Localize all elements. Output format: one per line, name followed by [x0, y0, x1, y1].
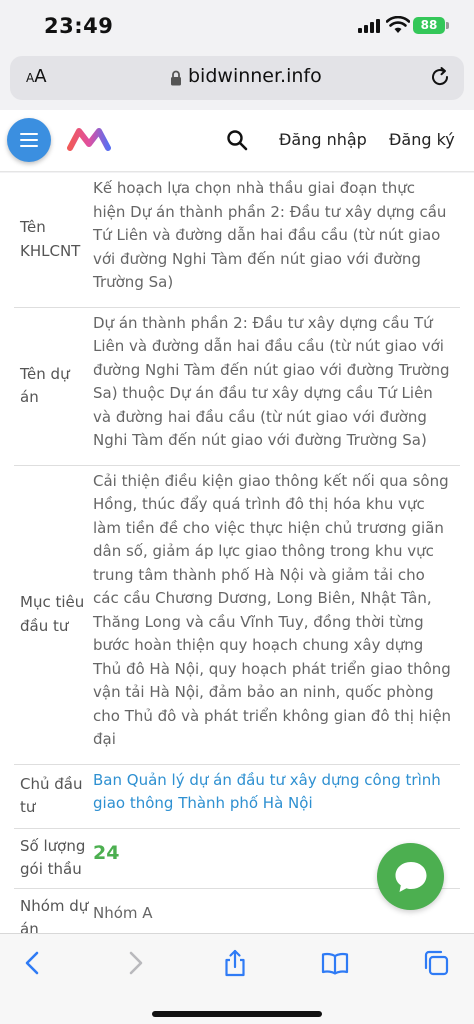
project-info: Tên KHLCNT Kế hoạch lựa chọn nhà thầu gi… — [0, 173, 474, 933]
package-count: 24 — [93, 841, 120, 864]
share-icon[interactable] — [220, 948, 250, 978]
back-icon[interactable] — [18, 948, 48, 978]
menu-button[interactable] — [7, 118, 51, 162]
wifi-icon — [386, 16, 410, 33]
text-size-button[interactable]: AA — [26, 66, 47, 87]
reload-icon[interactable] — [429, 66, 451, 88]
row-label: Tên dự án — [14, 307, 93, 466]
project-info-table: Tên KHLCNT Kế hoạch lựa chọn nhà thầu gi… — [14, 173, 460, 933]
bookmarks-icon[interactable] — [320, 948, 350, 978]
battery-indicator: 88 — [413, 17, 445, 34]
table-row: Mục tiêu đầu tư Cải thiện điều kiện giao… — [14, 465, 460, 765]
table-row: Chủ đầu tư Ban Quản lý dự án đầu tư xây … — [14, 764, 460, 829]
cellular-signal-icon — [358, 19, 380, 33]
row-label: Số lượng gói thầu — [14, 828, 93, 889]
logo-icon[interactable] — [66, 126, 112, 152]
home-indicator — [152, 1011, 322, 1017]
address-bar[interactable]: AA bidwinner.info — [10, 56, 464, 100]
row-value: Kế hoạch lựa chọn nhà thầu giai đoạn thự… — [93, 173, 460, 308]
lock-icon — [171, 70, 181, 86]
investor-link[interactable]: Ban Quản lý dự án đầu tư xây dựng công t… — [93, 771, 441, 813]
table-row: Tên dự án Dự án thành phần 2: Đầu tư xây… — [14, 307, 460, 466]
row-label: Chủ đầu tư — [14, 764, 93, 829]
row-value: Dự án thành phần 2: Đầu tư xây dựng cầu … — [93, 307, 460, 466]
chat-button[interactable] — [377, 843, 444, 910]
tabs-icon[interactable] — [421, 948, 451, 978]
status-time: 23:49 — [44, 14, 114, 38]
search-icon[interactable] — [226, 129, 248, 151]
battery-tip — [446, 22, 449, 29]
site-header: Đăng nhập Đăng ký — [0, 110, 474, 172]
register-link[interactable]: Đăng ký — [389, 130, 455, 149]
status-bar: 23:49 88 — [0, 0, 474, 52]
chat-icon — [395, 862, 427, 892]
table-row: Tên KHLCNT Kế hoạch lựa chọn nhà thầu gi… — [14, 173, 460, 308]
login-link[interactable]: Đăng nhập — [279, 130, 367, 149]
browser-toolbar — [0, 933, 474, 1024]
forward-icon[interactable] — [120, 948, 150, 978]
row-label: Tên KHLCNT — [14, 173, 93, 308]
url-text[interactable]: bidwinner.info — [188, 65, 322, 87]
row-label: Mục tiêu đầu tư — [14, 465, 93, 765]
row-label: Nhóm dự án — [14, 888, 93, 933]
row-value: Ban Quản lý dự án đầu tư xây dựng công t… — [93, 764, 460, 829]
row-value: Cải thiện điều kiện giao thông kết nối q… — [93, 465, 460, 765]
menu-icon — [20, 133, 38, 135]
